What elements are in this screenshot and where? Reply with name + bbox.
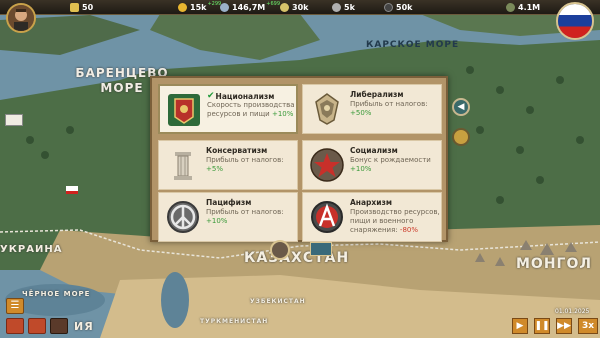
gold-value: 15k [190,2,207,12]
map-label-partial: ИЯ [74,320,94,333]
ideology-effect: +10% [206,217,228,225]
ideology-name: Анархизм [350,198,392,207]
ideology-name: Консерватизм [206,146,268,155]
map-label-ukraine: УКРАИНА [0,244,63,255]
coin-button[interactable] [452,128,470,146]
map-label-black-sea: ЧЁРНОЕ МОРЕ [22,290,91,298]
red-star-icon [310,148,344,182]
eagle-crest-icon [315,93,339,125]
ideology-effect: +5% [206,165,223,173]
ideology-card-socialism[interactable]: Социализм Бонус к рождаемости +10% [302,140,442,190]
checkmark-icon: ✔ [207,91,215,101]
ideology-desc-text: Прибыль от налогов: [206,208,284,216]
army-marker[interactable] [270,240,290,260]
pause-button[interactable]: ❚❚ [534,318,550,334]
country-flag[interactable] [556,2,594,40]
population-icon [220,2,229,12]
ideology-card-nationalism[interactable]: ✔ Национализм Скорость производства ресу… [158,84,298,134]
oil-value: 50k [396,2,413,12]
leader-portrait-icon [8,5,34,31]
menu-button[interactable]: ☰ [6,298,24,314]
army-value: 4.1M [518,2,541,12]
ideology-card-conservatism[interactable]: Консерватизм Прибыль от налогов: +5% [158,140,298,190]
ideology-card-pacifism[interactable]: Пацифизм Прибыль от налогов: +10% [158,192,298,242]
ideology-name: Либерализм [350,90,404,99]
map-label-turkmenistan: ТУРКМЕНИСТАН [200,318,269,325]
population-gain: +699 [266,1,280,7]
gold-coin-icon [178,2,187,12]
wheat-icon [280,2,289,12]
fast-forward-icon: ▶▶ [557,321,571,331]
level-indicator: 50 [70,1,93,13]
army-resource[interactable]: 4.1M [506,1,540,13]
mail-icon[interactable] [5,114,23,126]
oil-drop-icon [384,2,393,12]
map-label-mongolia: МОНГОЛ [516,256,592,272]
game-date: 01.01.2025 [555,308,590,315]
industry-resource[interactable]: 5k [332,1,355,13]
back-arrow-button[interactable]: ◀ [452,98,470,116]
ideology-desc: Производство ресурсов, пищи и военного с… [350,208,442,235]
food-value: 30k [292,2,309,12]
oil-resource[interactable]: 50k [384,1,412,13]
food-resource[interactable]: 30k [280,1,308,13]
factory-icon [332,2,341,12]
population-resource[interactable]: 146,7M +699 [220,1,280,13]
ideology-effect: +50% [350,109,372,117]
ideology-name: Пацифизм [206,198,252,207]
green-banner-icon [168,94,200,126]
ideology-name: Национализм [215,91,275,101]
peace-icon [167,201,199,233]
leader-avatar[interactable] [6,3,36,33]
hamburger-icon: ☰ [10,300,20,311]
star-icon [70,2,79,12]
ideology-effect: -80% [399,226,419,234]
speed-label: 3x [581,321,595,331]
military-button[interactable] [50,318,68,334]
ussr-flag-marker[interactable] [66,186,78,194]
play-icon: ▶ [516,321,524,331]
ideology-desc: Бонус к рождаемости +10% [350,156,442,174]
anarchy-icon [311,201,343,233]
ideology-name: Социализм [350,146,398,155]
ideology-desc-text: Бонус к рождаемости [350,156,431,164]
ideology-card-liberalism[interactable]: Либерализм Прибыль от налогов: +50% [302,84,442,134]
map-label-kara-sea: КАРСКОЕ МОРЕ [366,40,460,50]
ideology-title: ✔ Национализм [207,91,274,101]
gold-resource[interactable]: 15k +299 [178,1,221,13]
ideology-desc-text: Производство ресурсов, пищи и военного с… [350,208,440,234]
pause-icon: ❚❚ [534,321,550,331]
ideology-desc: Прибыль от налогов: +50% [350,100,442,118]
ideology-desc: Прибыль от налогов: +5% [206,156,298,174]
ideology-desc: Скорость производства ресурсов и пищи +1… [207,101,299,119]
ideology-panel: ✔ Национализм Скорость производства ресу… [150,76,448,242]
level-value: 50 [82,2,94,12]
map-label-kazakhstan: КАЗАХСТАН [244,250,350,266]
diplomacy-button[interactable] [28,318,46,334]
speed-3x-button[interactable]: 3x [578,318,598,334]
ideology-desc: Прибыль от налогов: +10% [206,208,298,226]
ideology-desc-text: Прибыль от налогов: [206,156,284,164]
russia-flag-icon [558,4,592,38]
research-flask-button[interactable] [6,318,24,334]
column-icon [174,152,192,180]
soldier-icon [506,2,515,12]
ideology-effect: +10% [350,165,372,173]
fast-forward-button[interactable]: ▶▶ [556,318,572,334]
ideology-effect: +10% [271,110,294,118]
arrow-left-icon: ◀ [457,102,465,112]
play-button[interactable]: ▶ [512,318,528,334]
industry-value: 5k [344,2,355,12]
population-value: 146,7M [232,2,266,12]
city-marker[interactable] [310,242,332,256]
ideology-card-anarchism[interactable]: Анархизм Производство ресурсов, пищи и в… [302,192,442,242]
map-label-uzbekistan: УЗБЕКИСТАН [250,298,306,305]
ideology-desc-text: Прибыль от налогов: [350,100,428,108]
